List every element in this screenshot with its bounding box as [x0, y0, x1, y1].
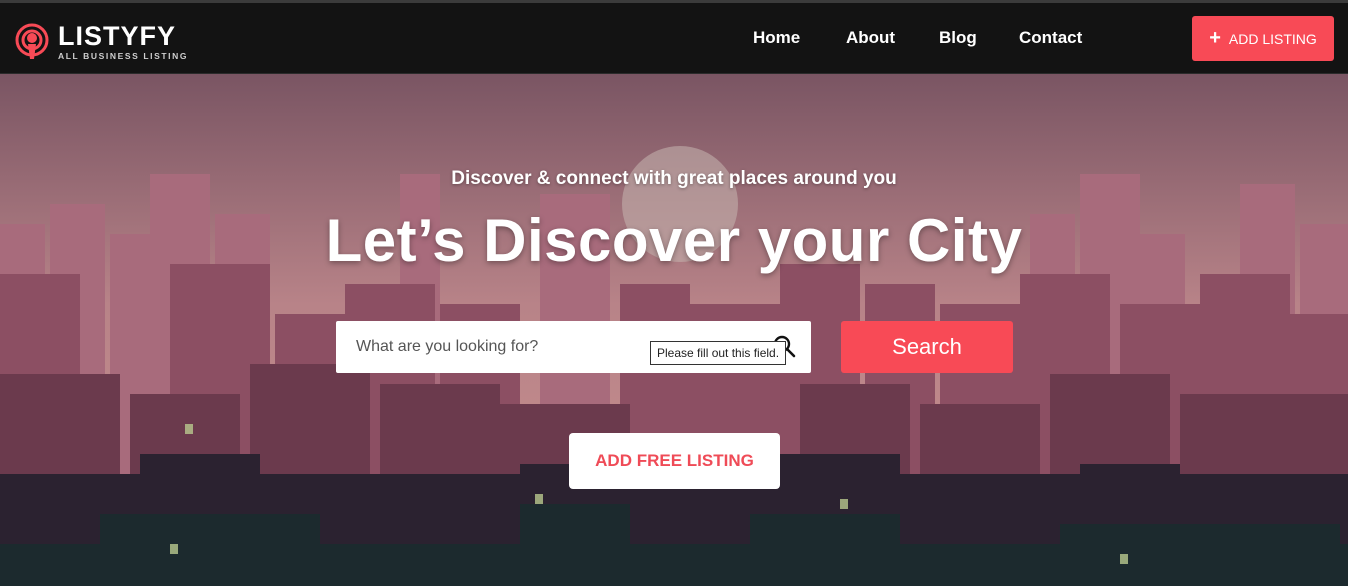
hero-section: Discover & connect with great places aro…: [0, 74, 1348, 586]
plus-icon: +: [1209, 26, 1221, 49]
add-listing-button[interactable]: + ADD LISTING: [1192, 16, 1334, 61]
validation-tooltip: Please fill out this field.: [650, 341, 787, 365]
podcast-icon: [15, 23, 49, 59]
add-listing-label: ADD LISTING: [1228, 30, 1317, 47]
nav-link-home[interactable]: Home: [753, 28, 800, 48]
search-button[interactable]: Search: [841, 321, 1013, 373]
nav-link-blog[interactable]: Blog: [939, 28, 977, 48]
add-free-listing-button[interactable]: ADD FREE LISTING: [569, 433, 780, 489]
hero-subtitle: Discover & connect with great places aro…: [451, 168, 897, 189]
brand-tagline: ALL BUSINESS LISTING: [58, 51, 189, 61]
brand-logo[interactable]: LISTYFY ALL BUSINESS LISTING: [14, 21, 214, 62]
nav-link-contact[interactable]: Contact: [1019, 28, 1082, 48]
navbar: LISTYFY ALL BUSINESS LISTING Home About …: [0, 3, 1348, 74]
brand-name: LISTYFY: [58, 21, 177, 51]
nav-link-about[interactable]: About: [846, 28, 895, 48]
hero-title: Let’s Discover your City: [325, 207, 1023, 274]
